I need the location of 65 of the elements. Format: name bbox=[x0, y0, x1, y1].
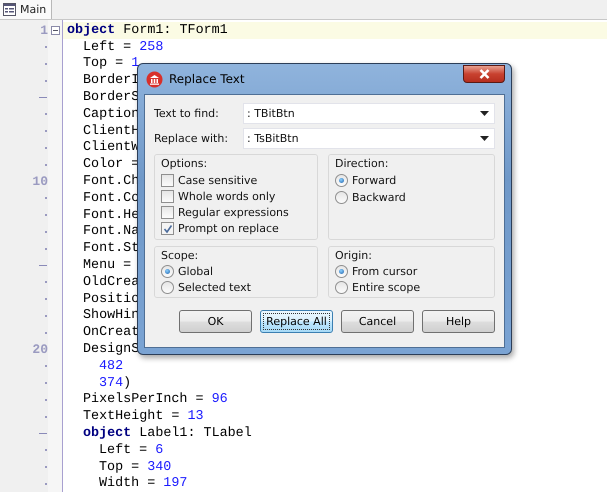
code-line: Font.He bbox=[83, 208, 140, 223]
radio-button[interactable] bbox=[335, 280, 348, 294]
radio-button[interactable] bbox=[161, 265, 174, 278]
option-label: Case sensitive bbox=[178, 174, 258, 187]
option-label: From cursor bbox=[352, 265, 418, 278]
combo-field[interactable]: : TsBitBtn bbox=[243, 128, 495, 149]
radio-button[interactable] bbox=[161, 280, 174, 294]
checkbox[interactable] bbox=[161, 190, 174, 203]
collapse-icon[interactable] bbox=[50, 26, 60, 35]
dialog-button[interactable]: Cancel bbox=[341, 310, 414, 333]
code-line: object Form1: TForm1 bbox=[67, 22, 228, 38]
dropdown-icon bbox=[480, 136, 489, 141]
checkbox[interactable] bbox=[161, 174, 174, 187]
code-line: BorderI bbox=[83, 73, 140, 88]
line-number: 10 bbox=[32, 174, 48, 190]
code-line: Width = 197 bbox=[99, 476, 188, 492]
group-title: Options: bbox=[161, 157, 208, 170]
close-icon bbox=[478, 69, 490, 79]
option-label: Backward bbox=[352, 191, 406, 204]
option-label: Prompt on replace bbox=[178, 222, 279, 236]
form-icon bbox=[3, 3, 16, 16]
code-line: Menu = bbox=[83, 258, 132, 274]
code-line: Caption bbox=[83, 106, 140, 122]
option-label: Regular expressions bbox=[178, 206, 289, 220]
option-label: Forward bbox=[352, 174, 396, 187]
editor-tab[interactable]: Main bbox=[0, 0, 52, 19]
checkbox[interactable] bbox=[161, 222, 174, 236]
option-label: Whole words only bbox=[178, 190, 276, 203]
radio-button[interactable] bbox=[335, 265, 348, 278]
code-line: 482 bbox=[99, 358, 124, 374]
code-line: TextHeight = 13 bbox=[83, 409, 204, 424]
code-line: PixelsPerInch = 96 bbox=[83, 392, 228, 408]
field-label: Text to find: bbox=[154, 107, 220, 120]
code-line: OldCrea bbox=[83, 274, 140, 290]
dialog-button[interactable]: Help bbox=[422, 310, 495, 333]
code-line: Left = 258 bbox=[83, 40, 164, 55]
code-line: 374) bbox=[99, 376, 132, 391]
code-line: DesignS bbox=[83, 342, 140, 358]
group-title: Scope: bbox=[161, 249, 200, 262]
code-line: ShowHin bbox=[83, 308, 140, 324]
app-icon bbox=[146, 70, 163, 88]
code-line: Font.St bbox=[83, 241, 140, 256]
dropdown-icon bbox=[480, 111, 489, 116]
code-line: BorderS bbox=[83, 90, 140, 106]
group-title: Origin: bbox=[335, 249, 373, 262]
line-number: 1 bbox=[40, 22, 48, 38]
option-label: Entire scope bbox=[352, 280, 420, 294]
close-button[interactable] bbox=[463, 65, 505, 83]
dialog-button[interactable]: Replace All bbox=[260, 310, 333, 333]
dialog-button[interactable]: OK bbox=[179, 310, 252, 333]
group-title: Direction: bbox=[335, 157, 390, 170]
code-line: OnCreat bbox=[83, 325, 140, 340]
code-line: Top = 1 bbox=[83, 56, 140, 72]
combo-field[interactable]: : TBitBtn bbox=[243, 103, 495, 124]
option-label: Global bbox=[178, 265, 214, 278]
field-label: Replace with: bbox=[154, 132, 230, 145]
checkbox[interactable] bbox=[161, 206, 174, 220]
dialog-title: Replace Text bbox=[169, 72, 246, 86]
code-line: object Label1: TLabel bbox=[83, 426, 252, 442]
line-number: 20 bbox=[32, 342, 48, 358]
option-label: Selected text bbox=[178, 280, 251, 294]
radio-button[interactable] bbox=[335, 174, 348, 187]
code-line: Left = 6 bbox=[99, 442, 164, 458]
radio-button[interactable] bbox=[335, 191, 348, 204]
code-line: Top = 340 bbox=[99, 460, 172, 475]
